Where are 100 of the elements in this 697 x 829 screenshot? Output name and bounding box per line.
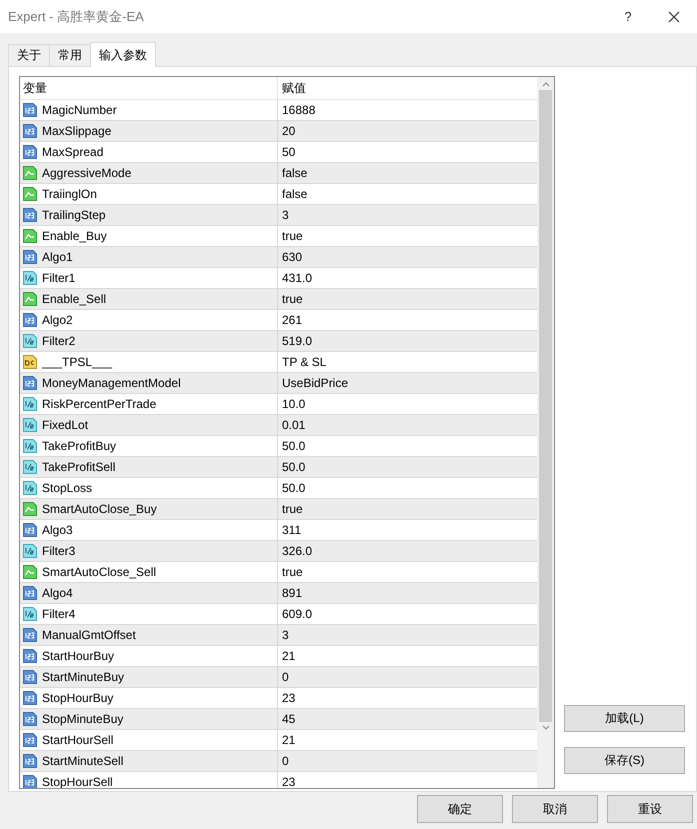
variable-name: MaxSpread bbox=[42, 145, 104, 159]
table-cell-text: 326.0 bbox=[281, 543, 314, 560]
number-icon bbox=[23, 754, 37, 768]
variable-name: Enable_Sell bbox=[42, 292, 106, 306]
text-icon bbox=[23, 355, 37, 369]
number-icon bbox=[23, 733, 37, 747]
fraction-icon bbox=[23, 544, 37, 558]
window-title: Expert - 高胜率黄金-EA bbox=[8, 8, 144, 26]
variable-name: StartHourSell bbox=[42, 733, 114, 747]
table-cell-text: 431.0 bbox=[281, 270, 314, 287]
fraction-icon bbox=[23, 460, 37, 474]
column-header: 赋值 bbox=[281, 80, 307, 96]
number-icon bbox=[23, 145, 37, 159]
table-cell-text: 261 bbox=[281, 312, 304, 329]
variable-name: StartMinuteSell bbox=[42, 754, 124, 768]
table-cell-text: 0 bbox=[281, 753, 290, 770]
variable-name: Filter3 bbox=[42, 544, 76, 558]
table-cell-text: false bbox=[281, 165, 308, 182]
number-icon bbox=[23, 628, 37, 642]
table-cell-text: 3 bbox=[281, 207, 290, 224]
toggle-icon bbox=[23, 292, 37, 306]
variable-name: Filter1 bbox=[42, 271, 76, 285]
column-header: 变量 bbox=[20, 77, 278, 99]
variable-name: StartMinuteBuy bbox=[42, 670, 124, 684]
table-cell-text: TP & SL bbox=[281, 354, 328, 371]
table-cell-text: 50.0 bbox=[281, 480, 306, 497]
table-cell-text: true bbox=[281, 291, 304, 308]
number-icon bbox=[23, 376, 37, 390]
variable-name: SmartAutoClose_Buy bbox=[42, 502, 157, 516]
table-cell-text: 519.0 bbox=[281, 333, 314, 350]
toggle-icon bbox=[23, 187, 37, 201]
toggle-icon bbox=[23, 166, 37, 180]
table-cell-text: 311 bbox=[281, 522, 302, 539]
fraction-icon bbox=[23, 418, 37, 432]
variable-name: Algo2 bbox=[42, 313, 73, 327]
table-cell-text: true bbox=[281, 228, 304, 245]
variable-name: TakeProfitBuy bbox=[42, 439, 116, 453]
number-icon bbox=[23, 124, 37, 138]
table-cell-text: 630 bbox=[281, 249, 304, 266]
variable-name: TraiinglOn bbox=[42, 187, 97, 201]
number-icon bbox=[23, 670, 37, 684]
number-icon bbox=[23, 586, 37, 600]
table-cell-text: 20 bbox=[281, 123, 296, 140]
table-cell-text: 50.0 bbox=[281, 459, 306, 476]
table-cell-text: 50 bbox=[281, 144, 296, 161]
fraction-icon bbox=[23, 481, 37, 495]
table-cell-text: 21 bbox=[281, 732, 296, 749]
variable-name: Algo1 bbox=[42, 250, 73, 264]
variable-name: StopLoss bbox=[42, 481, 92, 495]
number-icon bbox=[23, 691, 37, 705]
number-icon bbox=[23, 103, 37, 117]
variable-name: ___TPSL___ bbox=[42, 355, 112, 369]
variable-name: MoneyManagementModel bbox=[42, 376, 181, 390]
table-cell-text: 3 bbox=[281, 627, 290, 644]
variable-name: TakeProfitSell bbox=[42, 460, 116, 474]
number-icon bbox=[23, 523, 37, 537]
table-cell-text: 0 bbox=[281, 669, 290, 686]
variable-name: StopHourBuy bbox=[42, 691, 114, 705]
scroll-up-icon[interactable] bbox=[542, 81, 550, 87]
table-cell-text: 45 bbox=[281, 711, 296, 728]
dialog-button[interactable]: 重设 bbox=[607, 795, 693, 823]
table-cell-text: 21 bbox=[281, 648, 296, 665]
scrollbar-thumb[interactable] bbox=[539, 90, 552, 722]
variable-name: RiskPercentPerTrade bbox=[42, 397, 156, 411]
number-icon bbox=[23, 313, 37, 327]
variable-name: TrailingStep bbox=[42, 208, 106, 222]
fraction-icon bbox=[23, 271, 37, 285]
table-cell-text: true bbox=[281, 501, 304, 518]
variable-name: AggressiveMode bbox=[42, 166, 132, 180]
fraction-icon bbox=[23, 439, 37, 453]
table-cell-text: UseBidPrice bbox=[281, 375, 350, 392]
table-cell-text: true bbox=[281, 564, 304, 581]
side-button[interactable]: 加载(L) bbox=[564, 705, 685, 732]
scrollbar[interactable] bbox=[537, 77, 554, 788]
dialog-button[interactable]: 取消 bbox=[512, 795, 598, 823]
variable-name: FixedLot bbox=[42, 418, 88, 432]
table-cell-text: 0.01 bbox=[281, 417, 306, 434]
variable-name: ManualGmtOffset bbox=[42, 628, 136, 642]
table-cell-text: 16888 bbox=[281, 102, 316, 119]
toggle-icon bbox=[23, 502, 37, 516]
tab[interactable]: 输入参数 bbox=[90, 42, 156, 67]
number-icon bbox=[23, 250, 37, 264]
table-cell-text: 23 bbox=[281, 690, 296, 707]
number-icon bbox=[23, 208, 37, 222]
dialog-button[interactable]: 确定 bbox=[417, 795, 503, 823]
table-cell-text: 891 bbox=[281, 585, 304, 602]
variable-name: StartHourBuy bbox=[42, 649, 114, 663]
variable-name: Filter4 bbox=[42, 607, 76, 621]
variable-name: Algo3 bbox=[42, 523, 73, 537]
help-button[interactable]: ? bbox=[605, 0, 651, 33]
variable-name: Filter2 bbox=[42, 334, 76, 348]
fraction-icon bbox=[23, 607, 37, 621]
variable-name: Enable_Buy bbox=[42, 229, 107, 243]
number-icon bbox=[23, 649, 37, 663]
number-icon bbox=[23, 712, 37, 726]
tab[interactable]: 关于 bbox=[8, 44, 50, 66]
table-cell-text: false bbox=[281, 186, 308, 203]
close-icon[interactable] bbox=[668, 10, 680, 22]
scroll-down-icon[interactable] bbox=[542, 725, 550, 731]
side-button[interactable]: 保存(S) bbox=[564, 747, 685, 774]
